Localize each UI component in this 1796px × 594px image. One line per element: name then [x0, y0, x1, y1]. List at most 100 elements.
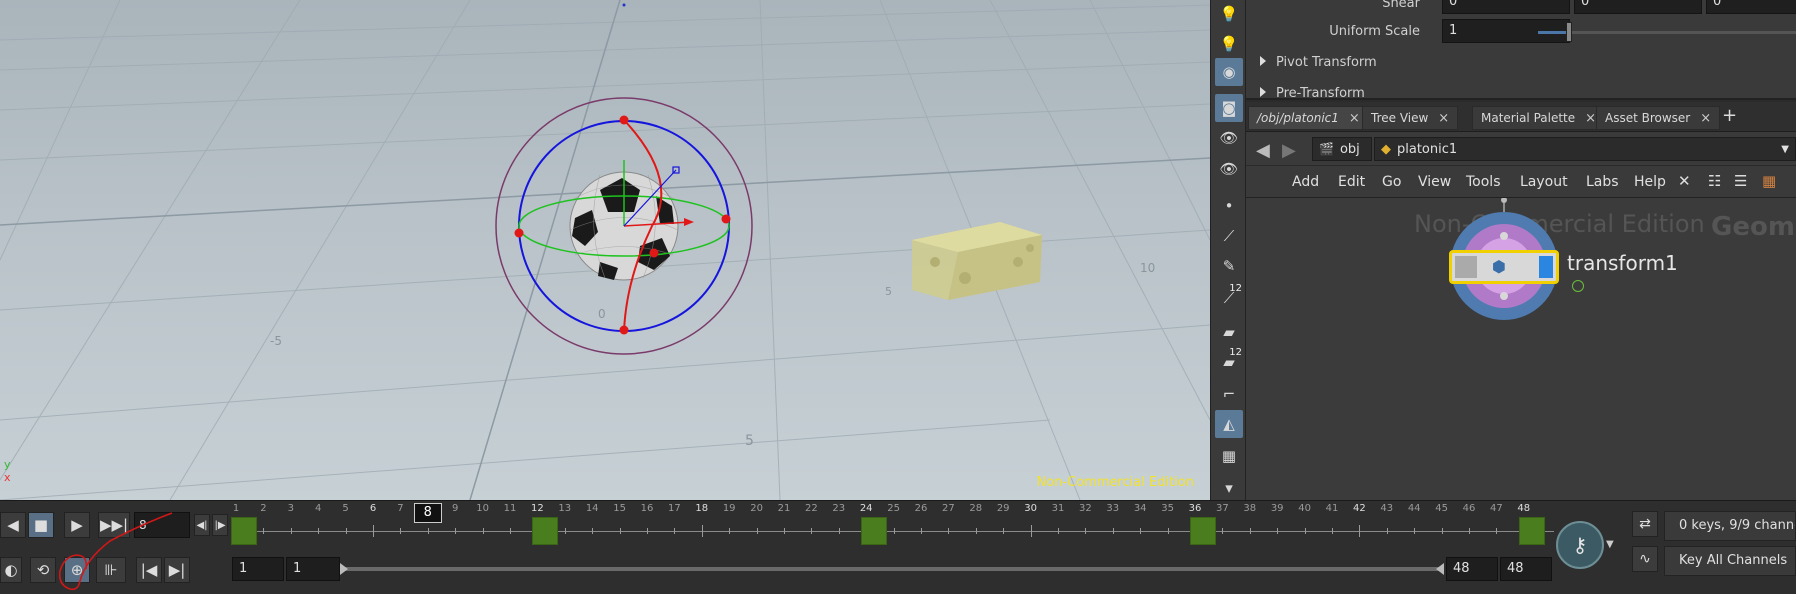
playback-start-field[interactable]: 1: [286, 557, 340, 581]
menu-layout[interactable]: Layout: [1520, 174, 1568, 190]
close-icon[interactable]: ×: [1700, 111, 1711, 126]
transform1-node[interactable]: ⬢: [1449, 250, 1559, 284]
menu-edit[interactable]: Edit: [1338, 174, 1365, 190]
key-button[interactable]: ⚷: [1556, 521, 1604, 569]
shear-label: Shear: [1382, 0, 1420, 11]
step-back-button[interactable]: ◀|: [194, 514, 210, 536]
background-icon[interactable]: ◭: [1215, 410, 1243, 438]
transform-handle[interactable]: [495, 97, 753, 355]
network-canvas[interactable]: Non-Commercial Edition Geome ⬢ transform…: [1246, 198, 1796, 500]
pre-transform-folder[interactable]: Pre-Transform: [1260, 86, 1365, 98]
play-reverse-button[interactable]: ◀: [0, 512, 26, 538]
real-time-toggle-icon[interactable]: ⟲: [30, 557, 56, 583]
current-frame-marker[interactable]: 8: [413, 503, 442, 523]
high-quality-lighting-icon[interactable]: ◉: [1215, 58, 1243, 86]
back-arrow-icon[interactable]: ◀: [1256, 140, 1270, 161]
menu-view[interactable]: View: [1418, 174, 1451, 190]
frame-tick-label: 33: [1106, 503, 1120, 514]
frame-tick-label: 35: [1161, 503, 1174, 514]
step-forward-button[interactable]: |▶: [212, 514, 228, 536]
close-icon[interactable]: ×: [1349, 111, 1360, 126]
frame-tick-label: 18: [695, 503, 709, 514]
list-view-icon[interactable]: ☰: [1734, 172, 1747, 190]
node-bypass-flag[interactable]: [1455, 256, 1477, 278]
breadcrumb-platonic1[interactable]: ◆ platonic1 ▼: [1374, 137, 1796, 161]
node-display-flag[interactable]: [1539, 256, 1553, 278]
shadows-icon[interactable]: ◙: [1215, 94, 1243, 122]
close-icon[interactable]: ×: [1585, 111, 1596, 126]
tab-material-palette[interactable]: Material Palette ×: [1472, 106, 1606, 130]
hide-other-objects-icon[interactable]: 👁: [1215, 124, 1243, 152]
keyframe[interactable]: [1190, 517, 1216, 545]
chevron-down-icon[interactable]: ▼: [1781, 144, 1789, 155]
tab-tree-view[interactable]: Tree View ×: [1362, 106, 1459, 130]
light-icon[interactable]: 💡: [1215, 30, 1243, 58]
frame-tick-label: 46: [1462, 503, 1476, 514]
scene-viewport[interactable]: -5 5 5 0 10 y x Non-Commercial Edition: [0, 0, 1210, 500]
tab-obj-platonic1[interactable]: /obj/platonic1 ×: [1248, 106, 1369, 130]
shear-y-field[interactable]: 0: [1574, 0, 1702, 14]
add-tab-button[interactable]: +: [1722, 105, 1737, 126]
menu-add[interactable]: Add: [1292, 174, 1319, 190]
frame-tick-label: 30: [1024, 503, 1037, 514]
frame-tick: [893, 528, 895, 534]
paint-alt-icon[interactable]: ▰ 12: [1215, 347, 1243, 376]
ghost-objects-icon[interactable]: 👁: [1215, 155, 1243, 183]
playback-end-field[interactable]: 48: [1446, 557, 1498, 581]
menu-tools[interactable]: Tools: [1466, 174, 1501, 190]
stop-button[interactable]: ■: [28, 512, 54, 538]
tab-asset-browser[interactable]: Asset Browser ×: [1596, 106, 1721, 130]
point-display-icon[interactable]: •: [1215, 192, 1243, 220]
frame-tick: [1167, 528, 1169, 534]
keyframe[interactable]: [231, 517, 257, 545]
jump-to-start-icon[interactable]: |◀: [136, 557, 162, 583]
keyframe[interactable]: [861, 517, 888, 545]
range-start-field[interactable]: 1: [232, 557, 284, 581]
timeline[interactable]: 1234567891011121314151617181920212223242…: [231, 501, 1554, 549]
keyframe[interactable]: [1518, 517, 1545, 545]
uniform-scale-slider-knob[interactable]: [1566, 22, 1572, 42]
jump-to-end-button[interactable]: ▶▶|: [98, 512, 130, 538]
curve-icon[interactable]: ⌐: [1215, 380, 1243, 408]
headlight-icon[interactable]: 💡: [1215, 0, 1243, 28]
range-slider[interactable]: [344, 567, 1440, 571]
range-end-handle[interactable]: [1436, 563, 1444, 575]
shear-x-field[interactable]: 0: [1442, 0, 1570, 14]
brush-icon[interactable]: ⟋: [1215, 222, 1243, 250]
color-palette-icon[interactable]: ▦: [1762, 172, 1776, 190]
close-icon[interactable]: ×: [1438, 111, 1449, 126]
frame-tick-label: 25: [887, 503, 900, 514]
shear-z-field[interactable]: 0: [1706, 0, 1796, 14]
play-forward-button[interactable]: ▶: [64, 512, 90, 538]
pen-icon[interactable]: ✎: [1215, 252, 1243, 280]
current-frame-field[interactable]: 8: [134, 512, 190, 538]
pivot-transform-folder[interactable]: Pivot Transform: [1260, 55, 1377, 70]
jump-to-end-icon[interactable]: ▶|: [164, 557, 190, 583]
range-start-handle[interactable]: [340, 563, 348, 575]
snap-icon[interactable]: ⟋ 12: [1215, 283, 1243, 312]
breadcrumb-obj[interactable]: 🎬 obj: [1312, 137, 1372, 161]
menu-help[interactable]: Help: [1634, 174, 1666, 190]
uniform-scale-track[interactable]: [1538, 31, 1796, 34]
chevron-down-icon[interactable]: ▼: [1606, 539, 1614, 550]
tree-icon[interactable]: ☷: [1708, 172, 1721, 190]
channel-sync-icon[interactable]: ⇄: [1632, 511, 1658, 537]
checker-icon[interactable]: ▦: [1215, 442, 1243, 470]
range-end-field[interactable]: 48: [1500, 557, 1552, 581]
ruler-icon[interactable]: ⊪: [96, 557, 126, 583]
menu-labs[interactable]: Labs: [1586, 174, 1619, 190]
frame-tick: [701, 525, 703, 537]
scroll-down-icon[interactable]: ▾: [1215, 474, 1243, 502]
global-animation-options-icon[interactable]: ⊕: [64, 557, 90, 583]
frame-tick: [838, 528, 840, 534]
key-all-channels-button[interactable]: Key All Channels: [1664, 546, 1796, 576]
frame-tick-label: 13: [558, 503, 572, 514]
animation-editor-icon[interactable]: ∿: [1632, 546, 1658, 572]
paint-icon[interactable]: ▰: [1215, 318, 1243, 346]
keyframe[interactable]: [532, 517, 559, 545]
audio-icon[interactable]: ◐: [0, 557, 22, 583]
forward-arrow-icon[interactable]: ▶: [1282, 140, 1296, 161]
menu-go[interactable]: Go: [1382, 174, 1401, 190]
uniform-scale-row: Uniform Scale 1: [1246, 19, 1796, 45]
wrench-icon[interactable]: ✕: [1678, 172, 1691, 190]
